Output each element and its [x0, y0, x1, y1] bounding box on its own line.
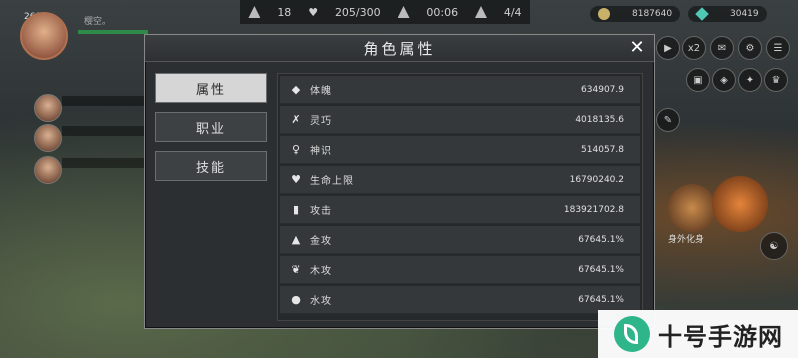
speed-label: x2	[687, 42, 701, 54]
attribute-value: 4018135.6	[575, 114, 624, 125]
gem-amount: 30419	[730, 9, 759, 19]
player-avatar[interactable]	[20, 12, 68, 60]
chat-icon[interactable]: ✎	[656, 108, 680, 132]
gold-amount: 8187640	[632, 9, 673, 19]
attribute-value: 16790240.2	[569, 174, 624, 185]
close-icon[interactable]: ✕	[628, 39, 646, 57]
shield-icon: ◆	[291, 83, 301, 96]
list-item: ♀ 神识 514057.8	[280, 136, 640, 164]
shop-icon[interactable]: ◈	[712, 68, 736, 92]
party-member-avatar[interactable]	[34, 94, 62, 122]
list-item: ✗ 灵巧 4018135.6	[280, 106, 640, 134]
site-logo-icon	[614, 316, 650, 352]
attribute-label: 攻击	[310, 206, 332, 217]
tab-class[interactable]: 职业	[155, 112, 267, 142]
list-item: ● 水攻 67645.1%	[280, 286, 640, 314]
dialog-title: 角色属性	[363, 39, 436, 58]
player-hp-bar	[78, 30, 148, 34]
attribute-value: 634907.9	[581, 84, 624, 95]
wood-icon: ❦	[291, 263, 301, 276]
rank-icon	[248, 6, 261, 18]
agility-icon: ✗	[291, 113, 301, 126]
list-item: ♥ 生命上限 16790240.2	[280, 166, 640, 194]
attribute-dialog: 角色属性 ✕ 属性 职业 技能 ◆ 体魄 634907.9 ✗ 灵巧 40181…	[144, 34, 655, 329]
crossed-swords-icon	[397, 6, 410, 18]
attribute-label: 体魄	[310, 86, 332, 97]
skill-label: 身外化身	[668, 235, 705, 245]
stage-icon	[474, 6, 487, 18]
menu-icon[interactable]: ☰	[766, 36, 790, 60]
gem-display[interactable]: 30419	[688, 6, 767, 22]
gem-icon	[695, 7, 709, 21]
attribute-list[interactable]: ◆ 体魄 634907.9 ✗ 灵巧 4018135.6 ♀ 神识 514057…	[277, 73, 643, 321]
attribute-label: 生命上限	[310, 176, 354, 187]
party-member-bar	[62, 158, 146, 168]
dodge-icon[interactable]: ☯	[760, 232, 788, 260]
sword-icon: ▮	[292, 203, 300, 216]
gold-display[interactable]: 8187640	[590, 6, 681, 22]
list-item: ▲ 金攻 67645.1%	[280, 226, 640, 254]
metal-icon: ▲	[291, 233, 301, 246]
speed-button[interactable]: x2	[682, 36, 706, 60]
attribute-label: 木攻	[310, 266, 332, 277]
top-fraction: 4/4	[503, 5, 522, 19]
party-member-bar	[62, 96, 146, 106]
site-watermark: 十号手游网	[598, 310, 798, 358]
party-member-bar	[62, 126, 146, 136]
skill-button[interactable]	[668, 184, 716, 232]
tab-label: 职业	[195, 121, 226, 137]
coin-icon	[598, 8, 610, 20]
play-icon[interactable]: ▶	[656, 36, 680, 60]
attribute-label: 神识	[310, 146, 332, 157]
list-item: ◆ 体魄 634907.9	[280, 76, 640, 104]
ultimate-skill-button[interactable]	[712, 176, 768, 232]
quest-icon[interactable]: ✦	[738, 68, 762, 92]
attribute-label: 金攻	[310, 236, 332, 247]
attribute-label: 水攻	[310, 296, 332, 307]
bag-icon[interactable]: ▣	[686, 68, 710, 92]
attribute-value: 514057.8	[581, 144, 624, 155]
tab-skills[interactable]: 技能	[155, 151, 267, 181]
tab-list: 属性 职业 技能	[155, 73, 267, 190]
party-member-avatar[interactable]	[34, 156, 62, 184]
top-status-bar: 18 ♥ 205/300 00:06 4/4	[240, 0, 530, 24]
timer: 00:06	[426, 5, 459, 19]
mail-icon[interactable]: ✉	[710, 36, 734, 60]
ranking-icon[interactable]: ♛	[764, 68, 788, 92]
attribute-value: 67645.1%	[578, 234, 624, 245]
top-progress: 205/300	[334, 5, 381, 19]
energy-icon: ♥	[308, 5, 319, 19]
water-icon: ●	[291, 293, 301, 306]
heart-icon: ♥	[291, 173, 301, 186]
player-name: 樱空。	[84, 17, 112, 27]
tab-label: 属性	[195, 82, 226, 98]
list-item: ▮ 攻击 183921702.8	[280, 196, 640, 224]
gear-icon[interactable]: ⚙	[738, 36, 762, 60]
spirit-icon: ♀	[291, 143, 301, 156]
top-count: 18	[277, 5, 292, 19]
attribute-label: 灵巧	[310, 116, 332, 127]
attribute-value: 183921702.8	[563, 204, 624, 215]
tab-attributes[interactable]: 属性	[155, 73, 267, 103]
attribute-value: 67645.1%	[578, 294, 624, 305]
watermark-text: 十号手游网	[658, 322, 783, 351]
list-item: ❦ 木攻 67645.1%	[280, 256, 640, 284]
party-member-avatar[interactable]	[34, 124, 62, 152]
attribute-value: 67645.1%	[578, 264, 624, 275]
tab-label: 技能	[195, 160, 226, 176]
dialog-header: 角色属性	[145, 35, 654, 62]
